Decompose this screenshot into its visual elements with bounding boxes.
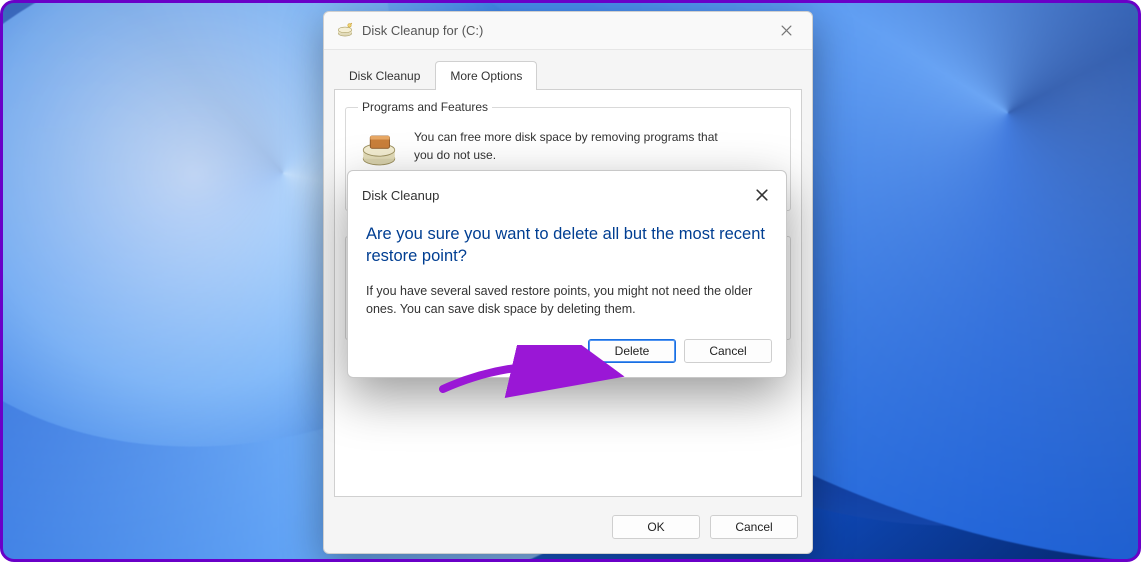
- programs-icon: [358, 130, 400, 170]
- group-legend: Programs and Features: [358, 100, 492, 114]
- button-label: OK: [647, 520, 664, 534]
- window-footer: OK Cancel: [324, 505, 812, 553]
- dialog-footer: Delete Cancel: [348, 325, 786, 377]
- confirm-dialog: Disk Cleanup Are you sure you want to de…: [347, 170, 787, 378]
- dialog-sub-text: If you have several saved restore points…: [366, 282, 768, 320]
- delete-button[interactable]: Delete: [588, 339, 676, 363]
- tab-strip: Disk Cleanup More Options: [324, 50, 812, 89]
- dialog-close-button[interactable]: [746, 181, 778, 209]
- button-label: Cancel: [709, 344, 746, 358]
- button-label: Delete: [615, 344, 650, 358]
- tab-label: More Options: [450, 69, 522, 83]
- dialog-header[interactable]: Disk Cleanup: [348, 171, 786, 215]
- tab-label: Disk Cleanup: [349, 69, 420, 83]
- tab-disk-cleanup[interactable]: Disk Cleanup: [334, 61, 435, 90]
- window-titlebar[interactable]: Disk Cleanup for (C:): [324, 12, 812, 50]
- dialog-title: Disk Cleanup: [362, 188, 439, 203]
- dialog-main-instruction: Are you sure you want to delete all but …: [366, 223, 768, 268]
- window-close-button[interactable]: [764, 13, 808, 49]
- group-description: You can free more disk space by removing…: [414, 128, 734, 164]
- close-icon: [781, 25, 792, 36]
- window-title: Disk Cleanup for (C:): [362, 23, 764, 38]
- ok-button[interactable]: OK: [612, 515, 700, 539]
- disk-cleanup-app-icon: [336, 22, 354, 40]
- cancel-button[interactable]: Cancel: [710, 515, 798, 539]
- close-icon: [756, 189, 768, 201]
- dialog-body: Are you sure you want to delete all but …: [348, 215, 786, 325]
- tab-more-options[interactable]: More Options: [435, 61, 537, 90]
- button-label: Cancel: [735, 520, 772, 534]
- dialog-cancel-button[interactable]: Cancel: [684, 339, 772, 363]
- desktop-viewport: Disk Cleanup for (C:) Disk Cleanup More …: [0, 0, 1141, 562]
